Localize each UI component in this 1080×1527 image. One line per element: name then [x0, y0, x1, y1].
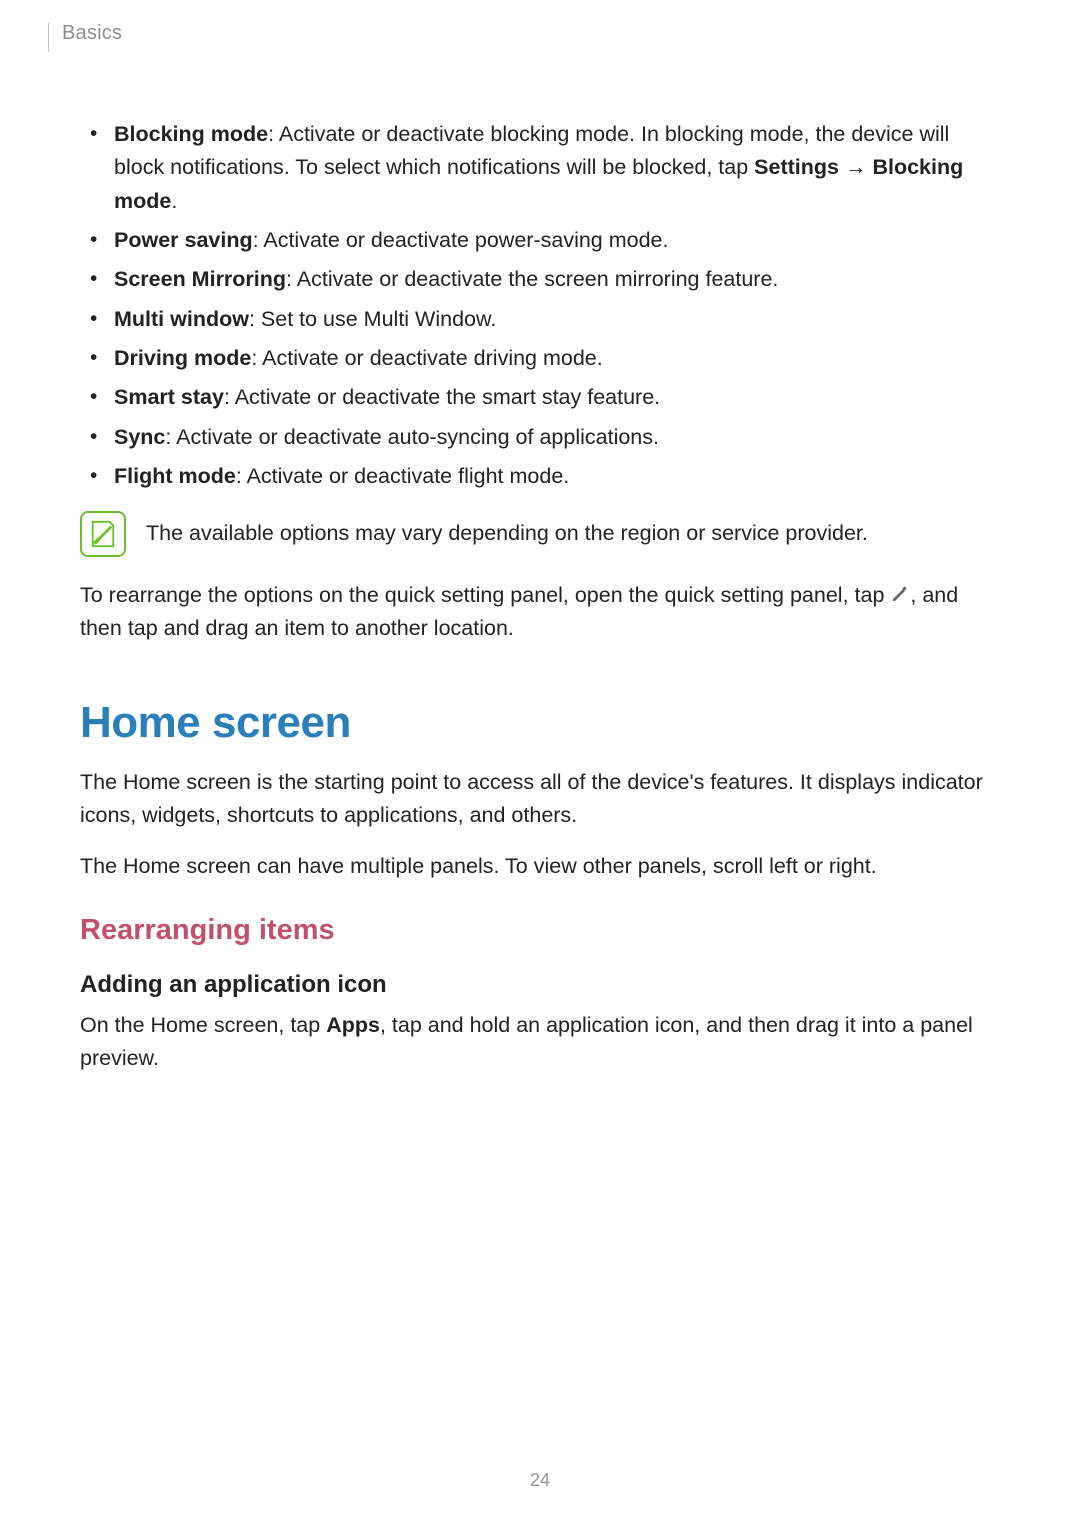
home-paragraph-1: The Home screen is the starting point to… [80, 766, 1000, 833]
item-text: : Activate or deactivate the screen mirr… [286, 267, 778, 291]
note-text: The available options may vary depending… [146, 511, 868, 550]
item-title: Screen Mirroring [114, 267, 286, 291]
note-icon [80, 511, 126, 557]
feature-list: Blocking mode: Activate or deactivate bl… [88, 118, 1000, 493]
item-title: Driving mode [114, 346, 251, 370]
para-text: To rearrange the options on the quick se… [80, 583, 890, 607]
rearrange-paragraph: To rearrange the options on the quick se… [80, 579, 1000, 646]
list-item: Power saving: Activate or deactivate pow… [88, 224, 1000, 257]
item-text: : Activate or deactivate power-saving mo… [253, 228, 669, 252]
item-title: Smart stay [114, 385, 224, 409]
item-title: Flight mode [114, 464, 236, 488]
breadcrumb: Basics [62, 22, 122, 45]
list-item: Screen Mirroring: Activate or deactivate… [88, 263, 1000, 296]
section-heading-home-screen: Home screen [80, 698, 1000, 748]
home-paragraph-2: The Home screen can have multiple panels… [80, 850, 1000, 883]
item-title: Multi window [114, 307, 249, 331]
content: Blocking mode: Activate or deactivate bl… [80, 118, 1000, 1075]
note-block: The available options may vary depending… [80, 511, 1000, 557]
list-item: Smart stay: Activate or deactivate the s… [88, 381, 1000, 414]
list-item: Sync: Activate or deactivate auto-syncin… [88, 421, 1000, 454]
memo-icon [88, 519, 118, 549]
edit-icon [890, 581, 910, 601]
inline-bold: Settings [754, 155, 839, 179]
inline-bold: Apps [326, 1013, 380, 1037]
list-item: Flight mode: Activate or deactivate flig… [88, 460, 1000, 493]
page: Basics Blocking mode: Activate or deacti… [0, 0, 1080, 1527]
item-text: : Activate or deactivate flight mode. [236, 464, 569, 488]
item-text: : Activate or deactivate auto-syncing of… [165, 425, 659, 449]
para-text: On the Home screen, tap [80, 1013, 326, 1037]
subsection-heading-rearranging: Rearranging items [80, 914, 1000, 947]
adding-icon-paragraph: On the Home screen, tap Apps, tap and ho… [80, 1009, 1000, 1076]
header-rule [48, 22, 49, 52]
arrow-text: → [839, 155, 872, 179]
list-item: Multi window: Set to use Multi Window. [88, 303, 1000, 336]
item-text: : Set to use Multi Window. [249, 307, 496, 331]
list-item: Blocking mode: Activate or deactivate bl… [88, 118, 1000, 218]
item-title: Blocking mode [114, 122, 268, 146]
item-tail: . [171, 189, 177, 213]
item-title: Power saving [114, 228, 253, 252]
page-number: 24 [0, 1470, 1080, 1491]
item-text: : Activate or deactivate the smart stay … [224, 385, 660, 409]
list-item: Driving mode: Activate or deactivate dri… [88, 342, 1000, 375]
item-text: : Activate or deactivate driving mode. [251, 346, 602, 370]
subsubsection-heading-adding-icon: Adding an application icon [80, 971, 1000, 999]
item-title: Sync [114, 425, 165, 449]
